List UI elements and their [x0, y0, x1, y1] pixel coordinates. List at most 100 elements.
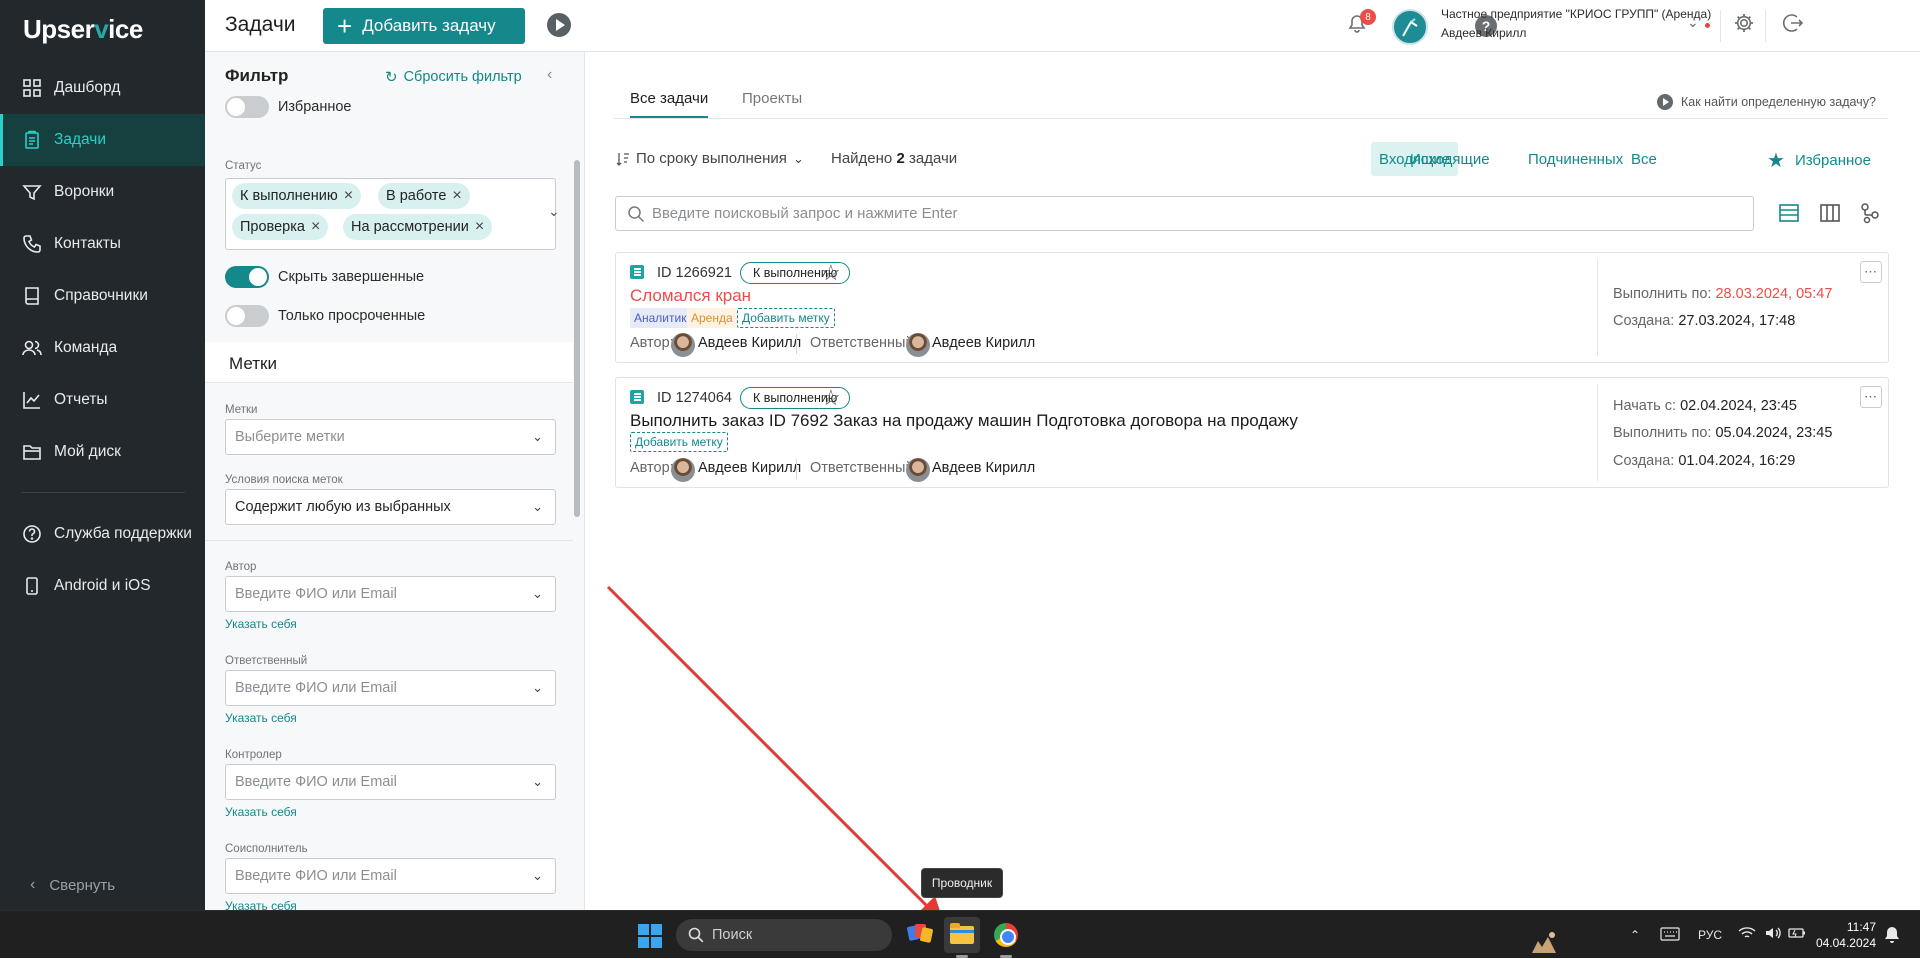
filter-all[interactable]: Все	[1623, 142, 1665, 176]
hide-completed-label: Скрыть завершенные	[278, 269, 425, 285]
file-explorer-icon[interactable]	[944, 917, 980, 953]
tray-overflow-icon[interactable]: ⌃	[1630, 911, 1640, 959]
responsible-name[interactable]: Авдеев Кирилл	[932, 460, 1035, 476]
add-tag-button[interactable]: Добавить метку	[630, 432, 728, 452]
sidebar-item-my-disk[interactable]: Мой диск	[0, 426, 205, 478]
organization-avatar[interactable]	[1392, 9, 1428, 45]
sidebar-item-tasks[interactable]: Задачи	[0, 114, 205, 166]
tab-projects[interactable]: Проекты	[742, 90, 802, 118]
sidebar-item-references[interactable]: Справочники	[0, 270, 205, 322]
close-icon[interactable]: ×	[452, 187, 461, 205]
organization-name[interactable]: Частное предприятие "КРИОС ГРУПП" (Аренд…	[1441, 7, 1711, 21]
controller-self-link[interactable]: Указать себя	[225, 805, 297, 819]
coexecutor-self-link[interactable]: Указать себя	[225, 899, 297, 910]
filter-outgoing[interactable]: Исходящие	[1402, 142, 1498, 176]
star-outline-icon[interactable]: ☆	[821, 385, 841, 411]
close-icon[interactable]: ×	[311, 218, 320, 236]
filter-subordinates[interactable]: Подчиненных	[1520, 142, 1631, 176]
status-chip[interactable]: Проверка ×	[232, 214, 329, 240]
sidebar-item-support[interactable]: Служба поддержки	[0, 508, 205, 560]
language-indicator[interactable]: РУС	[1698, 911, 1722, 959]
status-chip[interactable]: На рассмотрении ×	[343, 214, 493, 240]
collapse-filter-icon[interactable]: ‹	[547, 66, 552, 84]
task-title[interactable]: Сломался кран	[630, 286, 751, 306]
controller-select[interactable]: Введите ФИО или Email ⌄	[225, 764, 556, 800]
collapse-sidebar-button[interactable]: ‹ Свернуть	[30, 876, 115, 894]
author-name[interactable]: Авдеев Кирилл	[698, 335, 801, 351]
wifi-icon[interactable]	[1738, 926, 1756, 940]
task-search-input[interactable]: Введите поисковый запрос и нажмите Enter	[615, 196, 1754, 231]
list-view-icon[interactable]	[1778, 202, 1800, 224]
sidebar-item-reports[interactable]: Отчеты	[0, 374, 205, 426]
labels-select[interactable]: Выберите метки ⌄	[225, 419, 556, 455]
author-select[interactable]: Введите ФИО или Email ⌄	[225, 576, 556, 612]
favorites-toggle[interactable]	[225, 96, 269, 118]
video-guide-play-icon[interactable]	[547, 13, 571, 37]
gear-icon[interactable]	[1733, 12, 1755, 34]
add-tag-button[interactable]: Добавить метку	[737, 308, 835, 328]
responsible-self-link[interactable]: Указать себя	[225, 711, 297, 725]
app-logo[interactable]: Upservice	[23, 14, 143, 45]
sidebar-item-dashboard[interactable]: Дашборд	[0, 62, 205, 114]
logout-icon[interactable]	[1782, 12, 1804, 34]
board-view-icon[interactable]	[1819, 202, 1841, 224]
sidebar-item-contacts[interactable]: Контакты	[0, 218, 205, 270]
chevron-down-icon: ⌄	[792, 150, 804, 166]
star-outline-icon[interactable]: ☆	[821, 260, 841, 286]
more-options-icon[interactable]: ⋯	[1860, 386, 1882, 408]
add-task-button[interactable]: + Добавить задачу	[323, 8, 525, 44]
battery-icon[interactable]	[1788, 926, 1806, 940]
tag-analyst[interactable]: Аналитик	[630, 308, 691, 328]
chrome-icon[interactable]	[988, 917, 1024, 953]
avatar	[671, 333, 695, 357]
chevron-down-icon[interactable]: ⌄	[1687, 14, 1699, 31]
tab-all-tasks[interactable]: Все задачи	[630, 90, 709, 118]
sidebar-item-mobile[interactable]: Android и iOS	[0, 560, 205, 612]
found-prefix: Найдено	[831, 150, 893, 167]
sidebar-item-team[interactable]: Команда	[0, 322, 205, 374]
task-card[interactable]: ID 1274064 К выполнению ☆ Выполнить зака…	[615, 377, 1889, 488]
taskbar-search[interactable]: Поиск	[676, 919, 1556, 953]
hierarchy-view-icon[interactable]	[1859, 202, 1881, 224]
crane-logo-icon	[1402, 18, 1418, 37]
responsible-select[interactable]: Введите ФИО или Email ⌄	[225, 670, 556, 706]
taskbar-clock[interactable]: 11:47 04.04.2024	[1810, 919, 1876, 951]
status-chip[interactable]: К выполнению ×	[232, 183, 362, 209]
found-suffix: задачи	[908, 150, 958, 167]
volume-icon[interactable]	[1764, 926, 1782, 940]
author-name[interactable]: Авдеев Кирилл	[698, 460, 801, 476]
section-divider	[205, 540, 573, 541]
only-overdue-toggle[interactable]	[225, 305, 269, 327]
sidebar-item-funnels[interactable]: Воронки	[0, 166, 205, 218]
responsible-name[interactable]: Авдеев Кирилл	[932, 335, 1035, 351]
hide-completed-toggle[interactable]	[225, 266, 269, 288]
labels-condition-select[interactable]: Содержит любую из выбранных ⌄	[225, 489, 556, 525]
more-options-icon[interactable]: ⋯	[1860, 261, 1882, 283]
user-name[interactable]: Авдеев Кирилл	[1441, 26, 1526, 40]
close-icon[interactable]: ×	[344, 187, 353, 205]
sort-dropdown[interactable]: По сроку выполнения ⌄	[616, 150, 804, 167]
main-content: Все задачи Проекты Как найти определенну…	[586, 52, 1920, 910]
due-date-row: Выполнить по: 28.03.2024, 05:47	[1613, 286, 1832, 302]
close-icon[interactable]: ×	[475, 218, 484, 236]
divider	[796, 334, 797, 354]
windows-start-icon[interactable]	[638, 924, 662, 948]
status-multiselect[interactable]: К выполнению × В работе × Проверка × На рас…	[225, 178, 560, 250]
notification-bell-icon[interactable]	[1884, 926, 1900, 944]
task-title[interactable]: Выполнить заказ ID 7692 Заказ на продажу…	[630, 411, 1298, 431]
task-card[interactable]: ID 1266921 К выполнению ☆ Сломался кран …	[615, 252, 1889, 363]
status-chip[interactable]: В работе ×	[378, 183, 470, 209]
how-to-find-task-link[interactable]: Как найти определенную задачу?	[1657, 94, 1876, 110]
created-date: 27.03.2024, 17:48	[1678, 313, 1796, 329]
mobile-icon	[22, 576, 42, 596]
chevron-down-icon[interactable]: ⌄	[548, 203, 560, 220]
author-self-link[interactable]: Указать себя	[225, 617, 297, 631]
team-icon	[22, 338, 42, 358]
reset-filter-button[interactable]: ↻ Сбросить фильтр	[385, 68, 522, 86]
favorites-filter-button[interactable]: ★ Избранное	[1767, 148, 1871, 173]
coexecutor-select[interactable]: Введите ФИО или Email ⌄	[225, 858, 556, 894]
photo-app-icon[interactable]	[902, 917, 938, 953]
filter-scrollbar[interactable]	[574, 160, 580, 517]
keyboard-icon[interactable]	[1660, 927, 1680, 941]
tag-rent[interactable]: Аренда	[687, 308, 737, 328]
